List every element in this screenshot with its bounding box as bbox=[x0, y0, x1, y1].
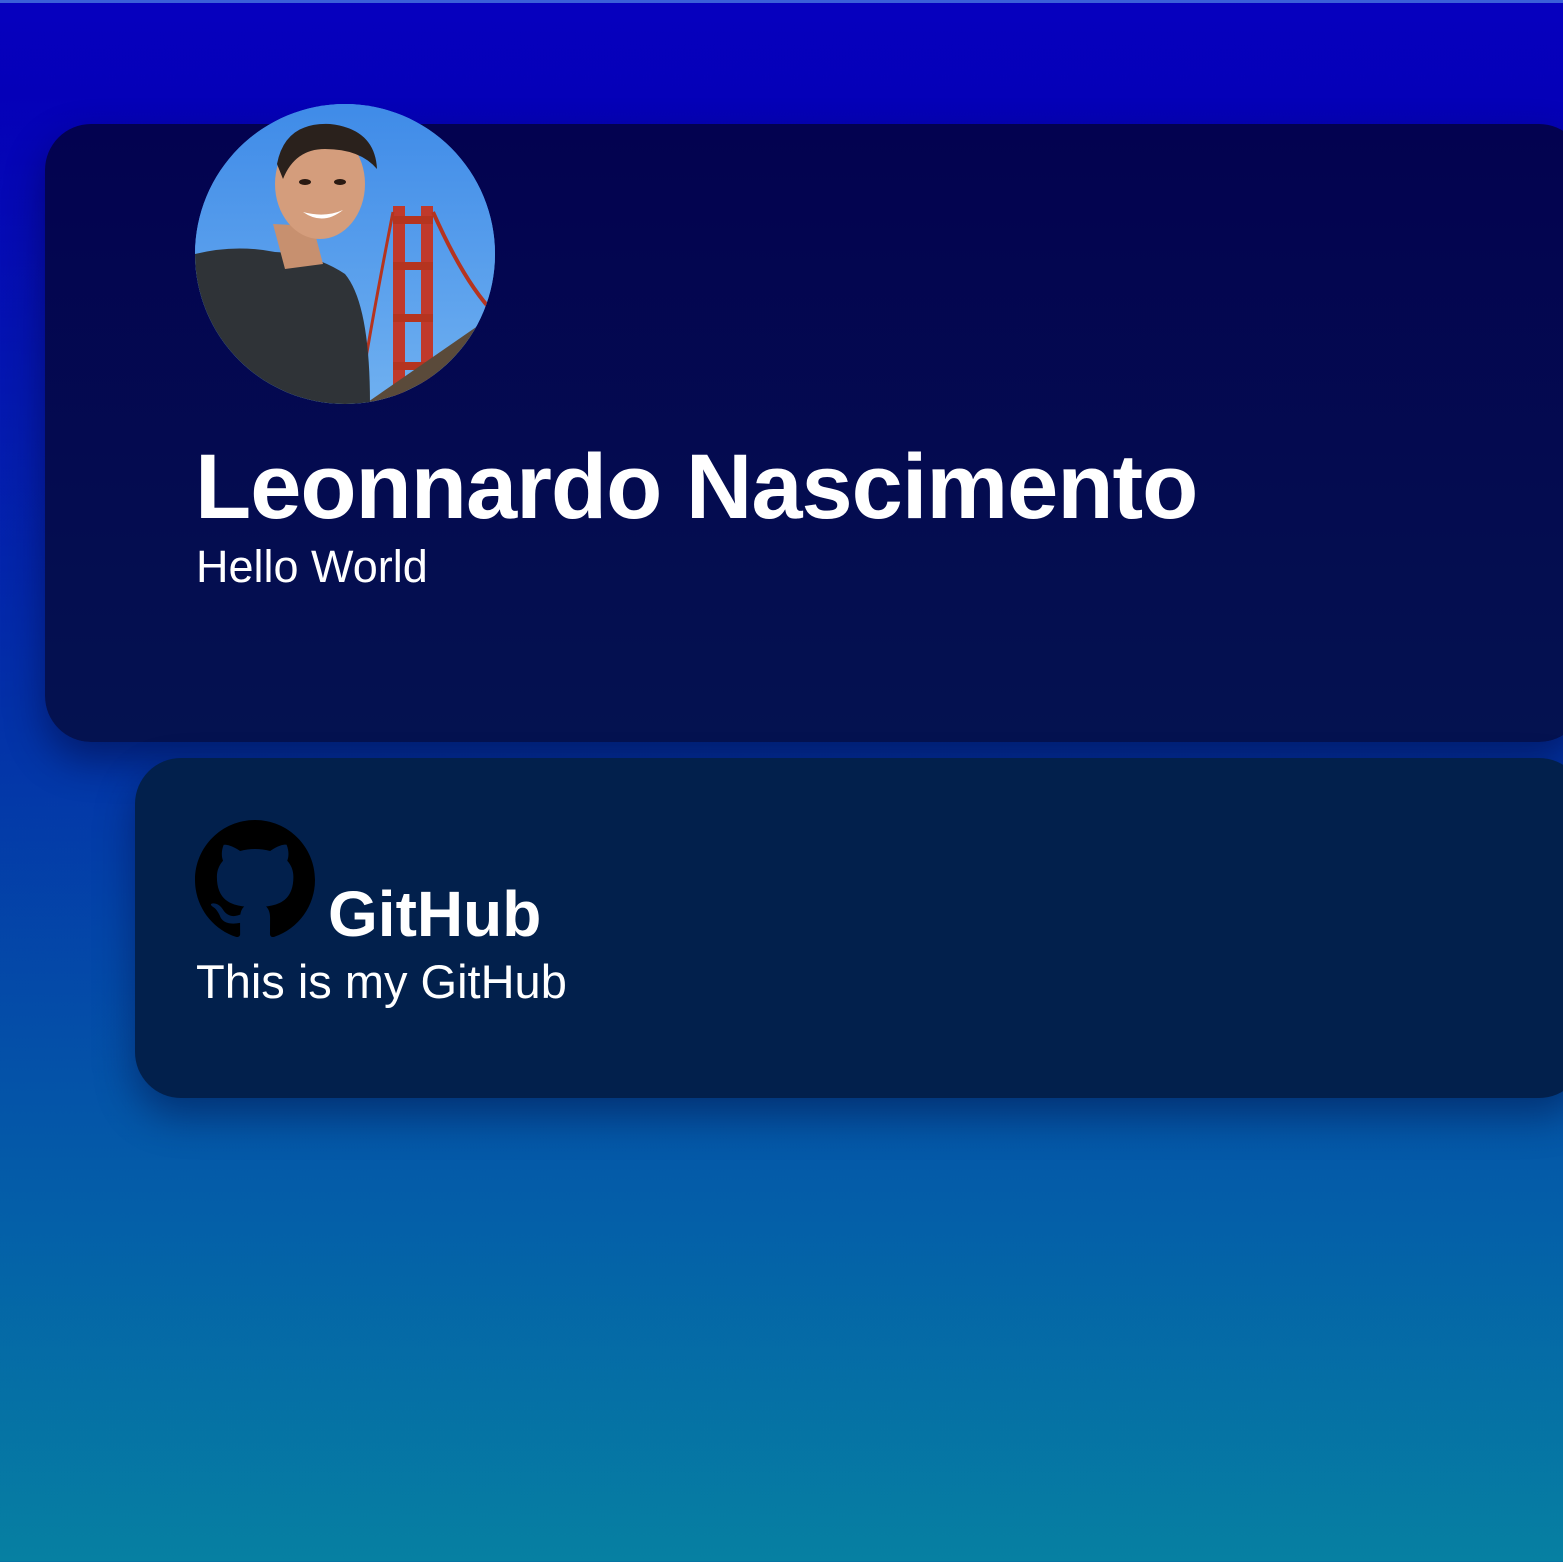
profile-tagline: Hello World bbox=[196, 541, 428, 592]
github-icon bbox=[195, 820, 315, 940]
profile-name: Leonnardo Nascimento bbox=[195, 436, 1198, 538]
top-edge-line bbox=[0, 0, 1563, 3]
link-description: This is my GitHub bbox=[196, 955, 567, 1008]
avatar-photo bbox=[195, 104, 495, 404]
avatar bbox=[195, 104, 495, 404]
link-title[interactable]: GitHub bbox=[328, 876, 541, 952]
